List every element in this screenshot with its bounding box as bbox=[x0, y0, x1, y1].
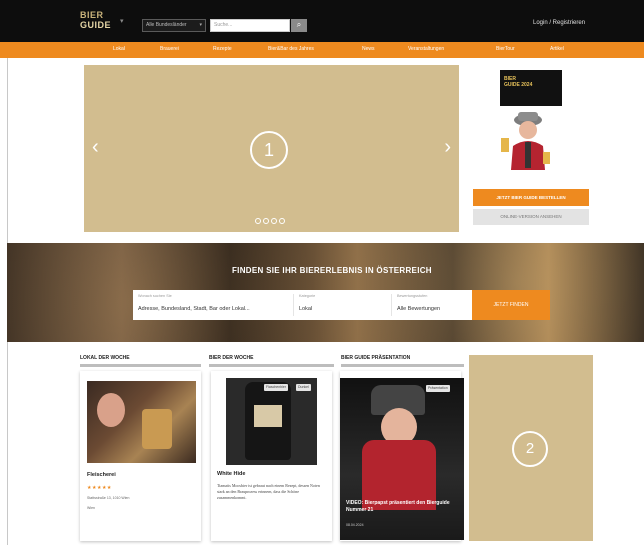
nav-item-rezepte[interactable]: Rezepte bbox=[213, 46, 232, 52]
divider bbox=[391, 294, 392, 316]
nav-item-veranstaltungen[interactable]: Veranstaltungen bbox=[408, 46, 444, 52]
section-divider bbox=[209, 364, 334, 367]
bier-tag-type: Flaschenbier bbox=[264, 384, 289, 391]
book-title-line-2: GUIDE 2024 bbox=[504, 82, 533, 88]
section-heading-bier: BIER DER WOCHE bbox=[209, 355, 254, 361]
nav-item-artikel[interactable]: Artikel bbox=[550, 46, 564, 52]
nav-item-bier-bar-des-jahres[interactable]: Bier&Bar des Jahres bbox=[268, 46, 314, 52]
category-select[interactable]: Lokal bbox=[299, 306, 312, 312]
search-button[interactable]: ⌕ bbox=[291, 19, 307, 32]
chevron-down-icon: ▾ bbox=[199, 22, 202, 28]
section-divider bbox=[80, 364, 201, 367]
bier-description: Tiamatis Moosbier ist gebraut nach einem… bbox=[217, 483, 320, 500]
section-heading-lokal: LOKAL DER WOCHE bbox=[80, 355, 130, 361]
slider-dot[interactable] bbox=[271, 218, 277, 224]
beer-man-illustration bbox=[501, 112, 550, 170]
lokal-title[interactable]: Fleischerei bbox=[87, 472, 116, 478]
lokal-address: Stattsstraße 13, 1010 Wien bbox=[87, 496, 130, 500]
search-location-field[interactable]: Adresse, Bundesland, Stadt, Bar oder Lok… bbox=[138, 306, 250, 312]
main-nav: Lokal Brauerei Rezepte Bier&Bar des Jahr… bbox=[0, 42, 644, 58]
logo-line-1: BIER bbox=[80, 10, 104, 20]
slider-next-arrow[interactable]: › bbox=[444, 137, 451, 157]
slider-dot[interactable] bbox=[255, 218, 261, 224]
praesentation-headline[interactable]: VIDEO: Bierpapst präsentiert den Biergui… bbox=[346, 500, 451, 514]
banner-title: FINDEN SIE IHR BIERERLEBNIS IN ÖSTERREIC… bbox=[232, 266, 432, 275]
online-version-button[interactable]: ONLINE-VERSION ANSEHEN bbox=[473, 209, 589, 225]
book-cover-image[interactable]: BIER GUIDE 2024 bbox=[500, 70, 562, 106]
login-register-link[interactable]: Login / Registrieren bbox=[533, 20, 585, 26]
person-face bbox=[97, 393, 125, 427]
lokal-city: Wien bbox=[87, 506, 95, 510]
section-divider bbox=[341, 364, 464, 367]
slider-prev-arrow[interactable]: ‹ bbox=[92, 137, 99, 157]
section-heading-praesentation: BIER GUIDE PRÄSENTATION bbox=[341, 355, 411, 361]
search-input[interactable]: Suche... bbox=[210, 19, 290, 32]
bier-tag-style: Dunkel bbox=[296, 384, 311, 391]
region-select-value: Alle Bundesländer bbox=[146, 22, 187, 28]
slider-dot[interactable] bbox=[279, 218, 285, 224]
nav-item-news[interactable]: News bbox=[362, 46, 375, 52]
search-icon: ⌕ bbox=[296, 20, 302, 29]
bier-title[interactable]: White Hide bbox=[217, 471, 245, 477]
chevron-down-icon: ▾ bbox=[120, 18, 124, 25]
placeholder-badge-2: 2 bbox=[512, 431, 548, 467]
hero-slider[interactable]: ‹ 1 › bbox=[84, 65, 459, 232]
search-panel: Wonach suchen Sie Adresse, Bundesland, S… bbox=[133, 290, 472, 320]
beer-glass bbox=[142, 409, 172, 449]
bier-guide-logo[interactable]: BIER GUIDE bbox=[80, 10, 114, 34]
nav-item-brauerei[interactable]: Brauerei bbox=[160, 46, 179, 52]
divider bbox=[293, 294, 294, 316]
slider-dot[interactable] bbox=[263, 218, 269, 224]
bottle-label bbox=[254, 405, 282, 427]
placeholder-badge-1: 1 bbox=[250, 131, 288, 169]
lokal-image[interactable] bbox=[87, 381, 196, 463]
slider-dots bbox=[255, 218, 285, 224]
praesentation-tag: Präsentation bbox=[426, 385, 450, 392]
rating-field-label: Bewertungsstufen bbox=[397, 294, 428, 298]
find-button[interactable]: JETZT FINDEN bbox=[472, 290, 550, 320]
category-field-label: Kategorie bbox=[299, 294, 316, 298]
nav-item-biertour[interactable]: BierTour bbox=[496, 46, 515, 52]
search-field-label: Wonach suchen Sie bbox=[138, 294, 172, 298]
rating-select[interactable]: Alle Bewertungen bbox=[397, 306, 440, 312]
nav-item-lokal[interactable]: Lokal bbox=[113, 46, 125, 52]
logo-line-2: GUIDE bbox=[80, 20, 112, 30]
praesentation-date: 08.04.2024 bbox=[346, 523, 364, 527]
ad-placeholder[interactable]: 2 bbox=[469, 355, 593, 541]
region-select[interactable]: Alle Bundesländer ▾ bbox=[142, 19, 206, 32]
rating-stars: ★★★★★ bbox=[87, 485, 112, 491]
order-guide-button[interactable]: JETZT BIER GUIDE BESTELLEN bbox=[473, 189, 589, 206]
